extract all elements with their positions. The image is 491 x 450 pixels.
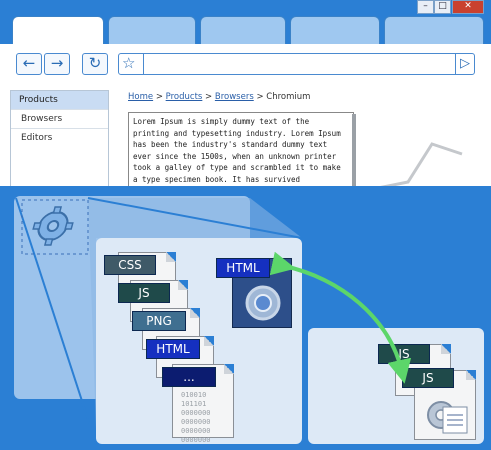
- arrow-left-icon[interactable]: ←: [16, 53, 42, 75]
- breadcrumb-browsers[interactable]: Browsers: [215, 92, 254, 102]
- maximize-icon[interactable]: □: [434, 0, 451, 14]
- star-icon[interactable]: ☆: [122, 54, 135, 73]
- line-graphic: [367, 142, 463, 192]
- breadcrumb-home[interactable]: Home: [128, 92, 153, 102]
- html-label: HTML: [146, 339, 200, 359]
- binary-line: 0000000: [181, 427, 211, 435]
- js-label: JS: [118, 283, 170, 303]
- toolbar: ← → ↻ ☆ ▷: [0, 44, 491, 84]
- tab-4[interactable]: [290, 16, 380, 45]
- page-content: Products Browsers Editors Home > Product…: [0, 84, 491, 192]
- divider: [143, 54, 144, 74]
- sidebar: Products Browsers Editors: [10, 90, 109, 192]
- breadcrumb-current: Chromium: [266, 92, 311, 102]
- css-label: CSS: [104, 255, 156, 275]
- gear-icon: [32, 206, 74, 246]
- breadcrumb-products[interactable]: Products: [166, 92, 203, 102]
- breadcrumb-separator: >: [256, 92, 264, 102]
- bidirectional-arrow-icon: [270, 251, 412, 384]
- binary-line: 0000000: [181, 409, 211, 417]
- binary-line: 010010: [181, 391, 207, 399]
- close-icon[interactable]: ✕: [452, 0, 484, 14]
- arrow-right-icon[interactable]: →: [44, 53, 70, 75]
- breadcrumb: Home > Products > Browsers > Chromium: [128, 92, 310, 102]
- breadcrumb-separator: >: [205, 92, 213, 102]
- sidebar-item-browsers[interactable]: Browsers: [11, 109, 108, 128]
- reload-icon[interactable]: ↻: [82, 53, 108, 75]
- scrollbar[interactable]: [352, 114, 356, 190]
- binary-line: 0000000: [181, 436, 211, 444]
- play-icon[interactable]: ▷: [460, 54, 470, 73]
- tab-5[interactable]: [384, 16, 484, 45]
- png-label: PNG: [132, 311, 186, 331]
- minimize-icon[interactable]: –: [417, 0, 434, 14]
- body-text: Lorem Ipsum is simply dummy text of the …: [128, 112, 354, 192]
- sidebar-item-products[interactable]: Products: [11, 91, 108, 109]
- sidebar-item-editors[interactable]: Editors: [11, 128, 108, 147]
- binary-line: 0000000: [181, 418, 211, 426]
- ellipsis-label: ...: [162, 367, 216, 387]
- address-bar[interactable]: ☆ ▷: [118, 53, 475, 75]
- breadcrumb-separator: >: [155, 92, 163, 102]
- tab-2[interactable]: [108, 16, 196, 45]
- tab-3[interactable]: [200, 16, 286, 45]
- html-doc-label: HTML: [216, 258, 270, 278]
- tab-active[interactable]: [12, 16, 104, 45]
- divider: [455, 54, 456, 74]
- binary-line: 101101: [181, 400, 207, 408]
